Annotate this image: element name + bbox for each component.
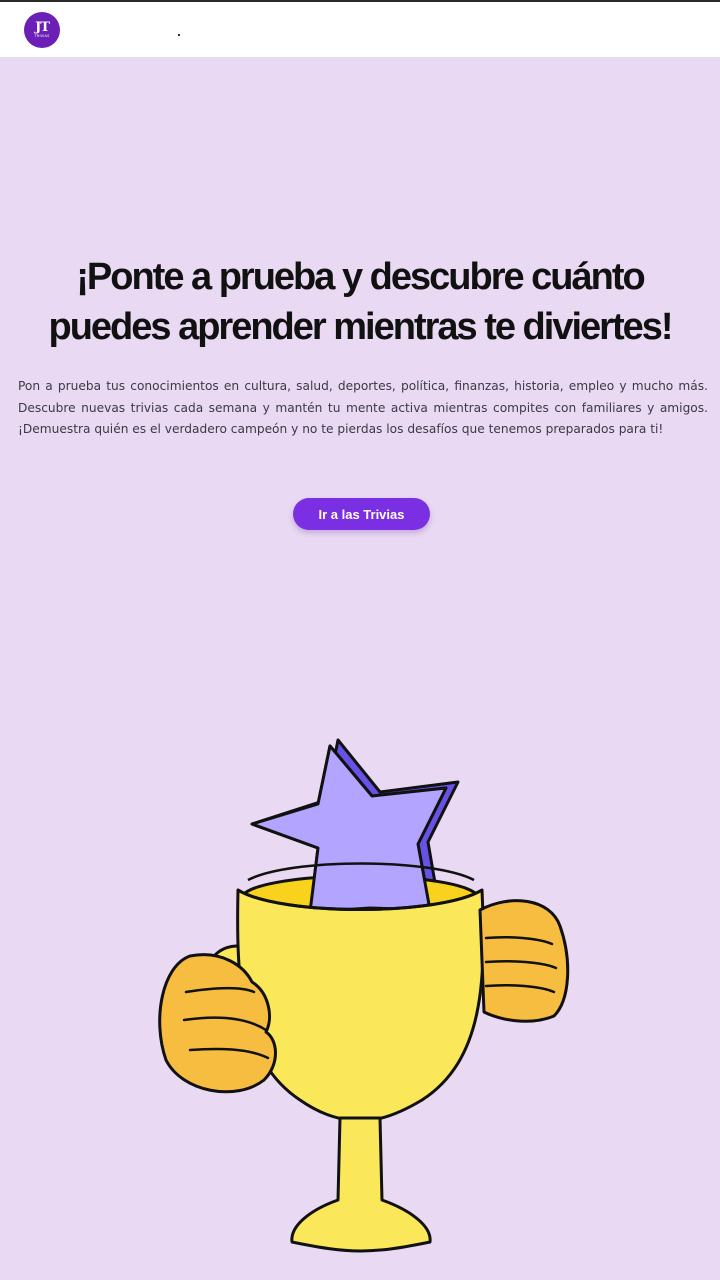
hero-title: ¡Ponte a prueba y descubre cuánto puedes… — [48, 256, 673, 348]
go-to-trivias-button[interactable]: Ir a las Trivias — [293, 498, 430, 530]
cup-stem — [290, 1116, 432, 1253]
cup-body — [236, 888, 485, 1122]
logo-mark: JT — [35, 19, 50, 35]
logo-subtext: TRIVIAS — [34, 33, 50, 38]
header-dot — [178, 34, 180, 36]
site-logo[interactable]: JT TRIVIAS — [24, 12, 60, 48]
site-header: JT TRIVIAS — [0, 2, 720, 58]
hero-description: Pon a prueba tus conocimientos en cultur… — [18, 379, 708, 436]
trophy-with-star-icon — [158, 738, 570, 1253]
